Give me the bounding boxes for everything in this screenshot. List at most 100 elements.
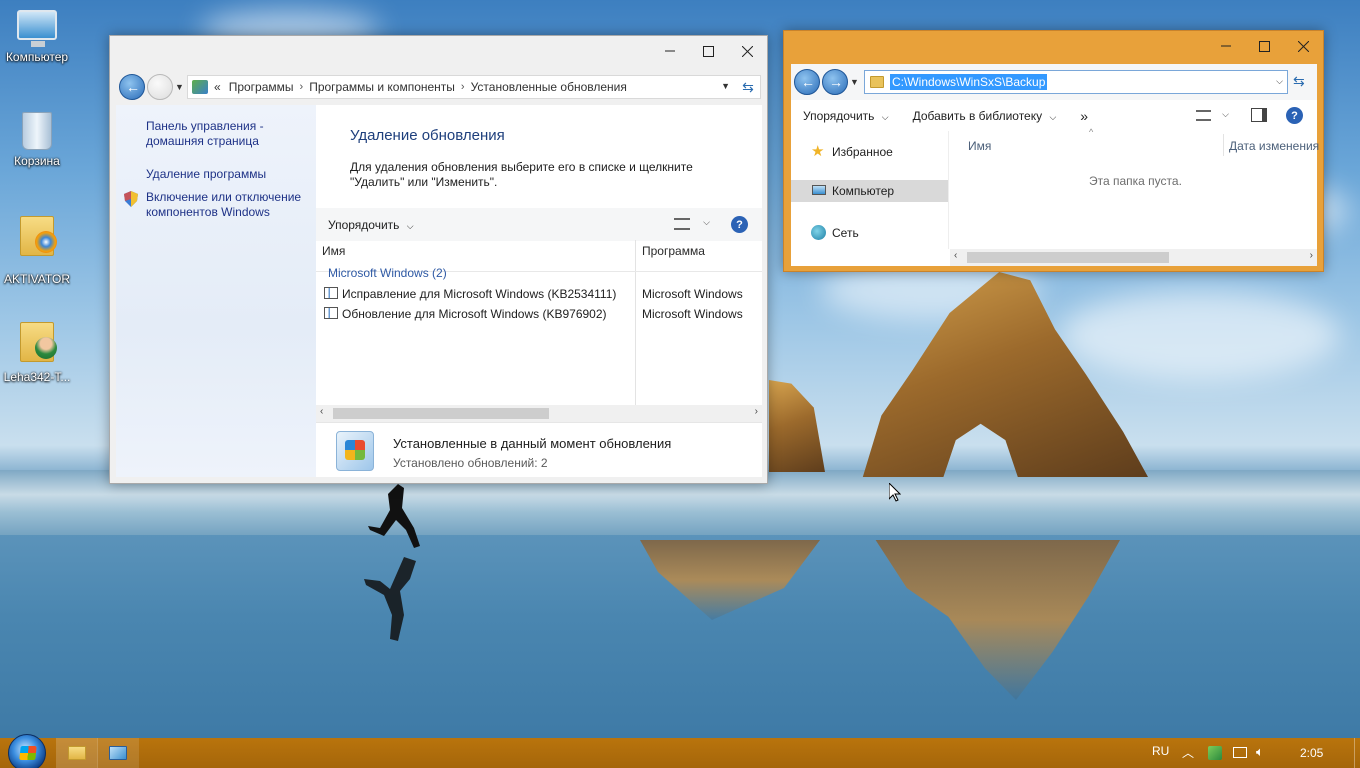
mouse-cursor-icon (888, 481, 902, 505)
breadcrumb-programs-features[interactable]: Программы и компоненты (303, 80, 461, 94)
recent-pages-dropdown[interactable]: ▼ (175, 82, 184, 92)
shield-icon (124, 191, 138, 207)
control-panel-icon (109, 746, 127, 760)
desktop-icon-computer[interactable]: Компьютер (0, 10, 74, 64)
update-program: Microsoft Windows (642, 287, 743, 301)
nav-item-network[interactable]: Сеть (791, 222, 949, 244)
security-tray-icon[interactable] (1208, 746, 1222, 760)
address-dropdown[interactable]: ⌵ (1276, 76, 1283, 87)
scroll-left-icon[interactable]: ‹ (954, 250, 957, 261)
computer-icon (17, 10, 57, 47)
maximize-button[interactable] (1245, 31, 1284, 61)
list-toolbar: Упорядочить ⌵ ⌵ ? (316, 208, 762, 241)
scroll-thumb[interactable] (967, 252, 1169, 263)
chevron-up-icon[interactable]: ︿ (1182, 744, 1194, 761)
address-path[interactable]: C:\Windows\WinSxS\Backup (890, 74, 1048, 90)
view-options-icon[interactable] (674, 218, 690, 230)
table-row[interactable]: Обновление для Microsoft Windows (KB9769… (322, 305, 762, 325)
start-button[interactable] (8, 734, 46, 768)
explorer-body: ← → ▼ C:\Windows\WinSxS\Backup ⌵ ⇆ Упоря… (791, 64, 1319, 266)
scroll-right-icon[interactable]: › (755, 406, 758, 417)
show-desktop-button[interactable] (1354, 738, 1360, 768)
organize-menu[interactable]: Упорядочить ⌵ (791, 109, 901, 123)
table-row[interactable]: Исправление для Microsoft Windows (KB253… (322, 285, 762, 305)
refresh-button[interactable]: ⇆ (736, 75, 760, 99)
breadcrumb-programs[interactable]: Программы (223, 80, 300, 94)
column-header-program[interactable]: Программа (642, 244, 705, 258)
close-button[interactable] (1284, 31, 1323, 61)
desktop-icon-recycle-bin[interactable]: Корзина (0, 112, 74, 168)
back-button[interactable]: ← (794, 69, 820, 95)
minimize-button[interactable] (1206, 31, 1245, 61)
scroll-left-icon[interactable]: ‹ (320, 406, 323, 417)
column-header-name[interactable]: Имя (968, 139, 991, 153)
recycle-bin-icon (22, 112, 52, 150)
scroll-thumb[interactable] (333, 408, 549, 419)
more-commands-button[interactable]: » (1068, 108, 1100, 124)
taskbar-explorer[interactable] (56, 738, 98, 768)
control-panel-home-link[interactable]: Панель управления - домашняя страница (146, 119, 296, 149)
desktop-icon-user-folder[interactable]: Leha342-T... (0, 322, 74, 384)
organize-label: Упорядочить (803, 108, 875, 123)
breadcrumb-installed-updates[interactable]: Установленные обновления (465, 80, 633, 94)
status-count: Установлено обновлений: 2 (393, 456, 548, 470)
address-bar[interactable]: C:\Windows\WinSxS\Backup ⌵ (864, 70, 1288, 94)
desktop-icon-label: Корзина (14, 154, 60, 168)
desktop-icon-label: AKTIVATOR (3, 272, 70, 286)
nav-row: ← → ▼ C:\Windows\WinSxS\Backup ⌵ ⇆ (791, 64, 1317, 100)
windows-update-icon (336, 431, 374, 471)
organize-menu[interactable]: Упорядочить ⌵ (316, 218, 426, 232)
taskbar-control-panel[interactable] (97, 738, 139, 768)
address-bar[interactable]: « Программы › Программы и компоненты › У… (187, 75, 761, 99)
column-divider[interactable] (1223, 134, 1224, 156)
network-tray-icon[interactable] (1233, 747, 1247, 758)
view-options-icon[interactable] (1196, 110, 1211, 121)
maximize-button[interactable] (689, 36, 728, 66)
help-icon[interactable]: ? (731, 216, 748, 233)
view-dropdown-icon[interactable]: ⌵ (703, 217, 710, 228)
navigation-pane: ★ Избранное Компьютер Сеть (791, 131, 949, 249)
arrow-left-icon: ← (801, 74, 815, 90)
user-folder-icon (20, 322, 57, 362)
preview-pane-icon[interactable] (1251, 108, 1267, 122)
star-icon: ★ (811, 143, 825, 160)
nav-item-favorites[interactable]: ★ Избранное (791, 141, 949, 163)
minimize-button[interactable] (650, 36, 689, 66)
scroll-right-icon[interactable]: › (1310, 250, 1313, 261)
folder-icon (68, 746, 86, 760)
nav-item-computer[interactable]: Компьютер (791, 180, 948, 202)
desktop-icon-label: Leha342-T... (3, 370, 71, 384)
column-header-date[interactable]: Дата изменения (1229, 139, 1319, 153)
forward-button[interactable] (147, 74, 173, 100)
update-name: Исправление для Microsoft Windows (KB253… (342, 287, 617, 301)
help-icon[interactable]: ? (1286, 107, 1303, 124)
window-controls (1206, 31, 1323, 61)
empty-folder-message: Эта папка пуста. (1089, 174, 1182, 188)
add-to-library-label: Добавить в библиотеку (912, 108, 1043, 123)
address-dropdown[interactable]: ▼ (721, 81, 730, 91)
sort-indicator-icon: ^ (1089, 127, 1094, 137)
uninstall-program-link[interactable]: Удаление программы (146, 167, 266, 182)
clock[interactable]: 2:05 (1300, 746, 1323, 760)
volume-icon[interactable]: 🔈︎ (1256, 744, 1264, 760)
windows-features-link[interactable]: Включение или отключение компонентов Win… (146, 190, 311, 220)
view-dropdown-icon[interactable]: ⌵ (1222, 109, 1229, 120)
desktop-icon-aktivator[interactable]: AKTIVATOR (0, 216, 74, 286)
back-button[interactable]: ← (119, 74, 145, 100)
add-to-library-menu[interactable]: Добавить в библиотеку ⌵ (901, 109, 1069, 123)
forward-button[interactable]: → (822, 69, 848, 95)
breadcrumb-overflow[interactable]: « (208, 80, 223, 94)
status-title: Установленные в данный момент обновления (393, 436, 672, 451)
refresh-button[interactable]: ⇆ (1293, 73, 1305, 90)
recent-pages-dropdown[interactable]: ▼ (850, 77, 859, 87)
close-button[interactable] (728, 36, 767, 66)
horizontal-scrollbar[interactable]: ‹ › (950, 249, 1317, 266)
horizontal-scrollbar[interactable]: ‹ › (316, 405, 762, 422)
group-header[interactable]: Microsoft Windows (2) (328, 266, 447, 280)
desktop-icon-label: Компьютер (5, 50, 69, 64)
update-icon (324, 287, 338, 299)
column-header-name[interactable]: Имя (322, 244, 345, 258)
windows-logo-icon (19, 746, 37, 760)
language-indicator[interactable]: RU (1152, 744, 1169, 758)
page-title: Удаление обновления (350, 127, 505, 144)
